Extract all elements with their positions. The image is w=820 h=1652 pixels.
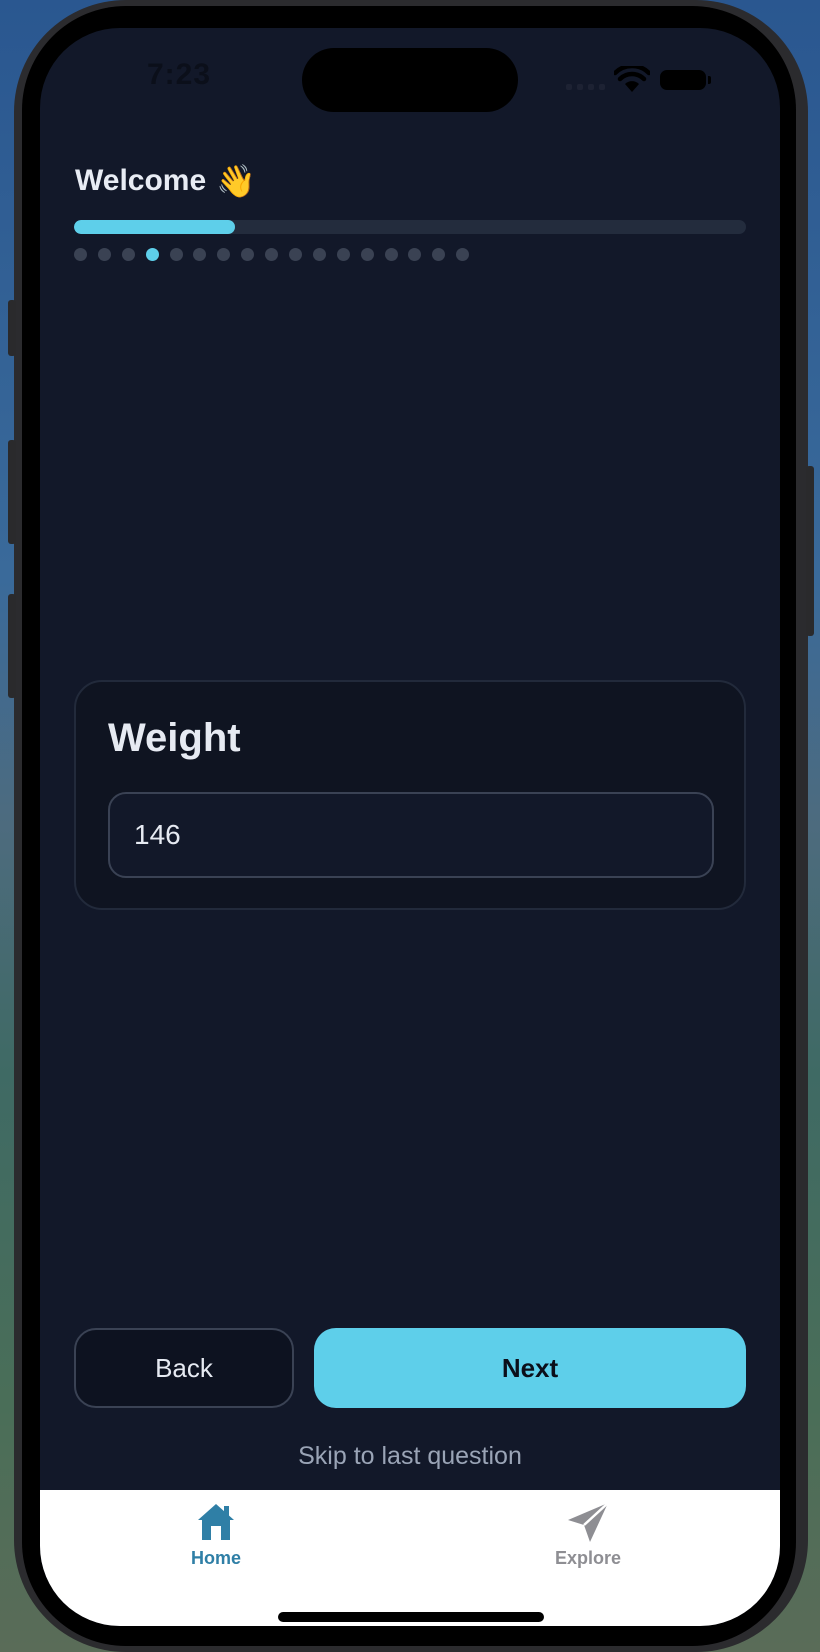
wifi-icon [614, 66, 650, 92]
send-icon [568, 1502, 609, 1542]
battery-tip [708, 76, 711, 84]
step-dot [456, 248, 470, 261]
step-dot [74, 248, 87, 261]
waving-hand-icon: 👋 [216, 163, 257, 199]
home-indicator [278, 1612, 544, 1622]
step-dot [193, 248, 207, 261]
step-dot [289, 248, 303, 261]
tab-explore-label: Explore [554, 1548, 622, 1568]
tab-home[interactable]: Home [146, 1500, 286, 1569]
step-dot [97, 248, 111, 261]
progress-bar [74, 220, 746, 234]
battery-icon [660, 70, 706, 90]
step-dot [312, 248, 326, 261]
status-time: 7:23 [147, 58, 212, 91]
home-icon [198, 1504, 234, 1540]
weight-input[interactable]: 146 [108, 792, 714, 878]
volume-down-button [8, 594, 16, 698]
action-button [8, 300, 16, 356]
step-dot [241, 248, 255, 261]
tab-explore[interactable]: Explore [518, 1500, 658, 1569]
question-label: Weight [108, 716, 241, 760]
power-button [806, 466, 814, 636]
skip-to-last-link[interactable]: Skip to last question [40, 1442, 780, 1471]
step-indicator [74, 248, 470, 261]
page-title-text: Welcome [75, 164, 207, 197]
step-dot [121, 248, 135, 261]
back-button[interactable]: Back [74, 1328, 294, 1408]
step-dot [408, 248, 422, 261]
step-dot [145, 248, 159, 261]
volume-up-button [8, 440, 16, 544]
dynamic-island [302, 48, 518, 112]
next-button[interactable]: Next [314, 1328, 746, 1408]
cellular-signal-icon [566, 84, 605, 90]
progress-bar-fill [74, 220, 236, 234]
page-title: Welcome 👋 [75, 162, 256, 200]
step-dot [169, 248, 183, 261]
step-dot [265, 248, 279, 261]
step-dot [432, 248, 446, 261]
step-dot [217, 248, 231, 261]
step-dot [360, 248, 374, 261]
tab-bar: Home Explore [40, 1490, 780, 1626]
step-dot [336, 248, 350, 261]
step-dot [384, 248, 398, 261]
tab-home-label: Home [190, 1548, 241, 1568]
app-screen: 7:23 Welcome 👋 Weight 146 Back Next Skip… [40, 28, 780, 1626]
question-card: Weight 146 [74, 680, 746, 910]
